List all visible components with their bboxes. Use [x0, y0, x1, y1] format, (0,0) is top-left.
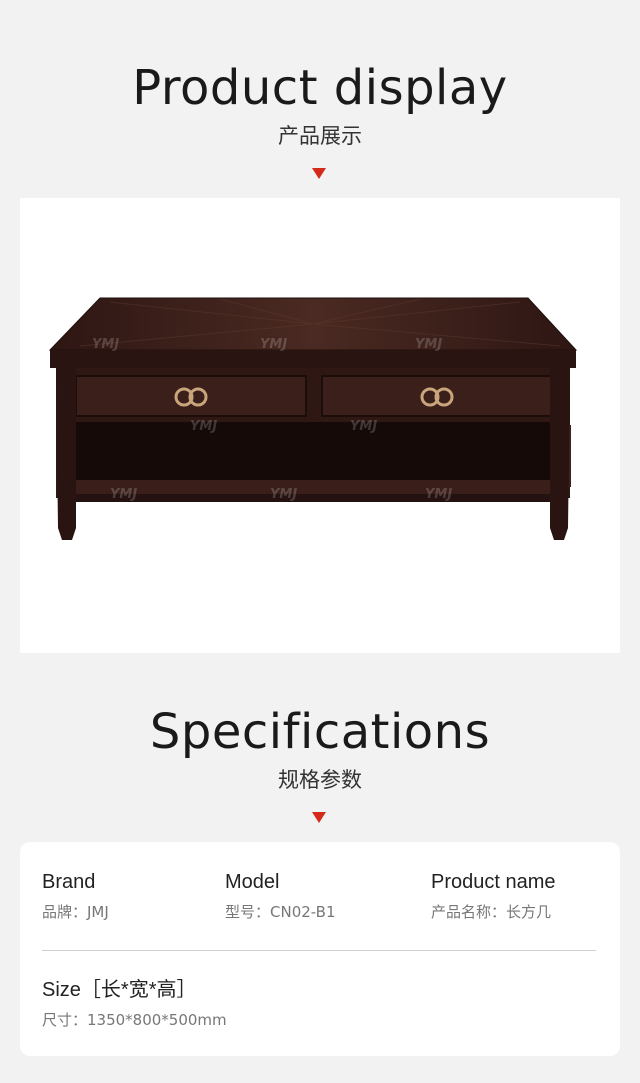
- product-image-panel: YMJ YMJ YMJ YMJ YMJ YMJ YMJ YMJ: [20, 198, 620, 653]
- spec-brand: Brand 品牌：JMJ: [42, 870, 109, 922]
- product-display-title: Product display: [132, 60, 508, 116]
- down-arrow-icon: [312, 812, 326, 823]
- spec-model: Model 型号：CN02-B1: [225, 870, 336, 922]
- coffee-table-image: YMJ YMJ YMJ YMJ YMJ YMJ YMJ YMJ: [48, 297, 578, 540]
- spec-size: Size［长*宽*高］ 尺寸：1350*800*500mm: [42, 978, 227, 1030]
- svg-text:YMJ: YMJ: [425, 487, 452, 502]
- svg-text:YMJ: YMJ: [110, 487, 137, 502]
- model-label: Model: [225, 871, 280, 893]
- spec-divider: [42, 950, 596, 951]
- svg-text:YMJ: YMJ: [260, 337, 287, 352]
- svg-text:YMJ: YMJ: [350, 419, 377, 434]
- size-label: Size［长*宽*高］: [42, 979, 197, 1001]
- product-display-subtitle: 产品展示: [278, 124, 362, 148]
- down-arrow-icon: [312, 168, 326, 179]
- svg-text:YMJ: YMJ: [92, 337, 119, 352]
- product-name-value: 产品名称：长方几: [431, 903, 552, 921]
- svg-text:YMJ: YMJ: [270, 487, 297, 502]
- brand-value: 品牌：JMJ: [42, 903, 109, 921]
- svg-text:YMJ: YMJ: [190, 419, 217, 434]
- product-name-label: Product name: [431, 871, 556, 893]
- size-value: 尺寸：1350*800*500mm: [42, 1011, 227, 1029]
- spec-product-name: Product name 产品名称：长方几: [431, 870, 556, 922]
- brand-label: Brand: [42, 871, 96, 893]
- specifications-title: Specifications: [149, 704, 491, 760]
- svg-text:YMJ: YMJ: [415, 337, 442, 352]
- specifications-subtitle: 规格参数: [278, 768, 362, 792]
- model-value: 型号：CN02-B1: [225, 903, 336, 921]
- specifications-card: Brand 品牌：JMJ Model 型号：CN02-B1 Product na…: [20, 842, 620, 1056]
